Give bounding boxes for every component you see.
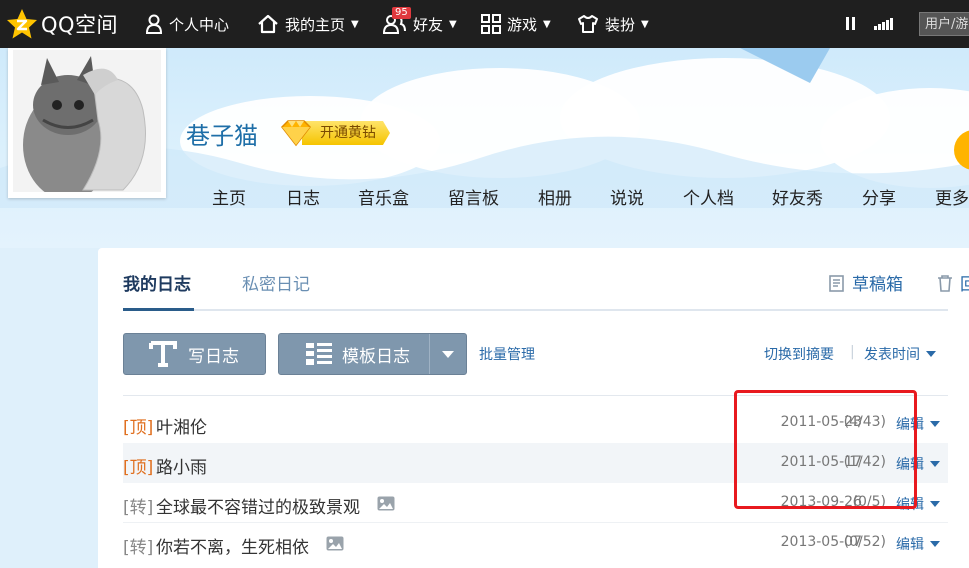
nav-games[interactable]: 游戏 ▼	[481, 0, 551, 48]
tab-message-board[interactable]: 留言板	[448, 184, 499, 209]
tab-home[interactable]: 主页	[212, 184, 246, 209]
trash-icon	[938, 274, 952, 292]
blog-entry-row[interactable]: [转] 你若不离，生死相依 2013-05-07 (0/52) 编辑	[123, 523, 948, 563]
drafts-link[interactable]: 草稿箱	[828, 270, 903, 295]
chevron-down-icon: ▼	[543, 18, 551, 30]
avatar[interactable]	[8, 48, 166, 198]
logo-text: QQ空间	[41, 13, 119, 37]
drafts-label: 草稿箱	[852, 275, 903, 295]
pinned-tag: [顶]	[123, 458, 154, 478]
repost-tag: [转]	[123, 538, 154, 558]
blog-entry-title[interactable]: 路小雨	[156, 453, 207, 478]
chevron-down-icon	[930, 501, 940, 507]
profile-banner: 巷子猫 开通黄钻 主页 日志 音乐盒 留言板 相册 说说 个人档 好友秀 分享 …	[0, 48, 969, 248]
chevron-down-icon	[930, 541, 940, 547]
edit-menu[interactable]: 编辑	[896, 534, 940, 554]
sort-label: 发表时间	[864, 347, 920, 363]
nav-label: 好友	[413, 15, 444, 34]
blog-entry-title[interactable]: 你若不离，生死相依	[156, 533, 309, 558]
image-icon	[326, 536, 344, 551]
open-yellow-diamond-button[interactable]: 开通黄钻	[276, 119, 400, 147]
pause-icon[interactable]	[846, 17, 856, 30]
tab-divider	[123, 309, 948, 311]
person-icon	[145, 14, 163, 34]
text-t-icon	[149, 341, 177, 367]
avatar-cat-photo	[13, 50, 161, 192]
nav-label: 我的主页	[285, 15, 346, 34]
drafts-icon	[829, 274, 844, 292]
nav-label: 游戏	[507, 15, 538, 34]
tab-blog[interactable]: 日志	[286, 184, 320, 209]
chevron-down-icon: ▼	[641, 18, 649, 30]
button-split-divider	[429, 334, 430, 374]
write-blog-button[interactable]: 写日志	[123, 333, 266, 375]
tab-friend-show[interactable]: 好友秀	[772, 184, 823, 209]
repost-tag: [转]	[123, 498, 154, 518]
image-icon	[377, 496, 395, 511]
chevron-down-icon: ▼	[449, 18, 457, 30]
recycle-bin-link[interactable]: 回	[936, 270, 969, 295]
nav-personal-center[interactable]: 个人中心	[145, 0, 229, 48]
top-navigation-bar: QQ空间 个人中心 我的主页 ▼ 95 好友 ▼ 游戏 ▼ 装扮 ▼ 用户/游	[0, 0, 969, 48]
chevron-down-icon	[930, 461, 940, 467]
active-tab-indicator	[123, 308, 194, 311]
row-divider	[123, 522, 948, 523]
pinned-tag: [顶]	[123, 418, 154, 438]
link-separator: |	[850, 344, 855, 360]
signal-bars-icon[interactable]	[874, 18, 894, 30]
nav-my-homepage[interactable]: 我的主页 ▼	[257, 0, 359, 48]
nav-decorate[interactable]: 装扮 ▼	[577, 0, 649, 48]
edit-label: 编辑	[896, 537, 924, 553]
shirt-icon	[578, 15, 598, 33]
tab-album[interactable]: 相册	[538, 184, 572, 209]
template-blog-button[interactable]: 模板日志	[278, 333, 467, 375]
grid-icon	[481, 14, 501, 34]
tab-music-box[interactable]: 音乐盒	[358, 184, 409, 209]
tab-my-blog[interactable]: 我的日志	[123, 270, 191, 295]
qzone-star-icon	[7, 9, 37, 39]
sort-by-publish-time[interactable]: 发表时间	[864, 344, 936, 364]
blog-entry-title[interactable]: 全球最不容错过的极致景观	[156, 493, 360, 518]
batch-manage-link[interactable]: 批量管理	[479, 344, 535, 364]
tab-talk[interactable]: 说说	[610, 184, 644, 209]
tab-private-diary[interactable]: 私密日记	[242, 270, 310, 295]
nav-label: 个人中心	[169, 15, 230, 34]
user-login-field[interactable]: 用户/游	[919, 12, 969, 36]
tab-share[interactable]: 分享	[862, 184, 896, 209]
chevron-down-icon	[926, 351, 936, 357]
kite-decoration	[740, 48, 830, 83]
chevron-down-icon	[930, 421, 940, 427]
write-blog-label: 写日志	[188, 346, 239, 367]
chevron-down-icon[interactable]	[442, 351, 454, 358]
qzone-logo[interactable]: QQ空间	[6, 8, 118, 40]
template-list-icon	[306, 343, 332, 365]
recycle-bin-label: 回	[960, 275, 969, 295]
home-icon	[258, 14, 278, 34]
template-blog-label: 模板日志	[342, 346, 410, 367]
blog-entry-comment-count: (0/52)	[843, 534, 886, 550]
nav-label: 装扮	[605, 15, 636, 34]
profile-username: 巷子猫	[186, 122, 258, 150]
tab-more[interactable]: 更多	[935, 184, 969, 209]
nav-friends[interactable]: 95 好友 ▼	[383, 0, 457, 48]
tab-profile[interactable]: 个人档	[683, 184, 734, 209]
diamond-icon	[281, 120, 311, 147]
switch-to-summary-link[interactable]: 切换到摘要	[764, 344, 834, 364]
chevron-down-icon: ▼	[351, 18, 359, 30]
friends-count-badge: 95	[392, 7, 411, 19]
highlight-box	[734, 390, 917, 509]
blog-entry-title[interactable]: 叶湘伦	[156, 413, 207, 438]
